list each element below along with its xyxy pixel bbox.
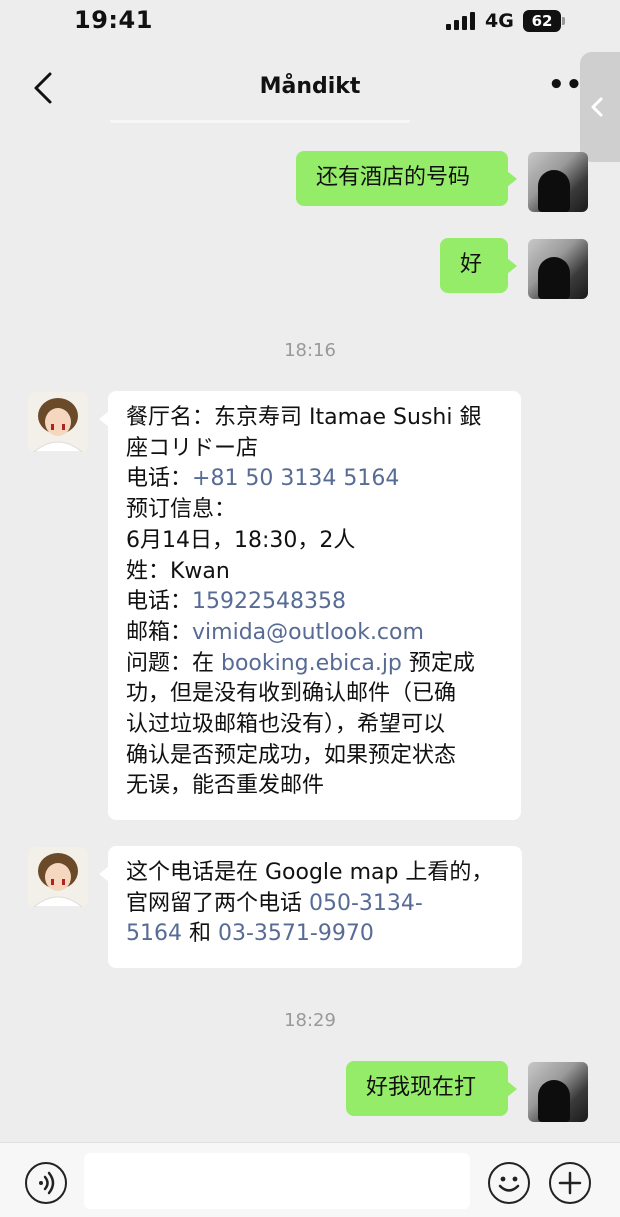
message-line: 邮箱：vimida@outlook.com (126, 618, 503, 649)
header-divider (110, 120, 410, 123)
message-line: 认过垃圾邮箱也没有），希望可以 (126, 712, 446, 738)
phone-link[interactable]: 5164 (126, 921, 182, 946)
message-text: 好我现在打 (366, 1075, 477, 1100)
phone-label: 电话： (126, 466, 193, 492)
message-line: 功，但是没有收到确认邮件（已确 (126, 681, 457, 707)
message-line: 5164 和 03-3571-9970 (126, 919, 504, 950)
plus-icon[interactable] (549, 1162, 591, 1204)
message-line: 官网留了两个电话 050-3134- (126, 889, 504, 920)
message-line: 预订信息： (126, 497, 237, 523)
contact-avatar[interactable] (28, 392, 88, 452)
message-line: 电话：+81 50 3134 5164 (126, 464, 503, 495)
contact-avatar[interactable] (28, 847, 88, 907)
url-link[interactable]: booking.ebica.jp (221, 651, 402, 676)
emoji-icon[interactable] (488, 1162, 530, 1204)
message-line: 座コリドー店 (126, 435, 259, 461)
status-time: 19:41 (74, 6, 153, 34)
self-avatar[interactable] (528, 1062, 588, 1122)
message-text: 好 (460, 252, 483, 277)
self-avatar[interactable] (528, 239, 588, 299)
email-label: 邮箱： (126, 619, 193, 645)
message-text: 官网留了两个电话 (126, 890, 309, 916)
message-text: 预定成 (401, 650, 475, 676)
signal-icon (446, 12, 478, 30)
question-label: 问题：在 (126, 650, 221, 676)
message-line: 电话：15922548358 (126, 587, 503, 618)
message-line: 姓：Kwan (126, 558, 230, 584)
chat-title: Måndikt (259, 74, 361, 99)
message-input[interactable] (84, 1153, 470, 1209)
message-text: 和 (182, 921, 218, 947)
self-avatar[interactable] (528, 152, 588, 212)
network-type: 4G (485, 10, 514, 32)
input-bar (0, 1142, 620, 1217)
side-drawer-tab[interactable] (580, 52, 620, 162)
outgoing-message[interactable]: 好 (440, 238, 517, 293)
incoming-message[interactable]: 餐厅名：东京寿司 Itamae Sushi 銀 座コリドー店 电话：+81 50… (99, 391, 521, 820)
outgoing-message[interactable]: 好我现在打 (346, 1061, 517, 1116)
timestamp: 18:16 (284, 340, 336, 361)
battery-icon: 62 (523, 10, 561, 32)
chat-header: Måndikt ••• (0, 52, 620, 122)
message-line: 6月14日，18:30，2人 (126, 527, 356, 553)
phone-link[interactable]: 15922548358 (192, 589, 346, 614)
email-link[interactable]: vimida@outlook.com (192, 620, 424, 645)
battery-tip (562, 17, 565, 25)
message-line: 确认是否预定成功，如果预定状态 (126, 742, 457, 768)
voice-icon[interactable] (25, 1162, 67, 1204)
timestamp: 18:29 (284, 1010, 336, 1031)
message-text: 还有酒店的号码 (316, 165, 471, 190)
message-line: 无误，能否重发邮件 (126, 773, 325, 799)
message-line: 餐厅名：东京寿司 Itamae Sushi 銀 (126, 405, 482, 430)
phone-link[interactable]: +81 50 3134 5164 (192, 466, 399, 491)
phone-link[interactable]: 03-3571-9970 (218, 921, 374, 946)
status-bar: 19:41 4G 62 (0, 0, 620, 46)
incoming-message[interactable]: 这个电话是在 Google map 上看的， 官网留了两个电话 050-3134… (99, 846, 522, 968)
outgoing-message[interactable]: 还有酒店的号码 (296, 151, 517, 206)
phone-link[interactable]: 050-3134- (309, 891, 423, 916)
phone-label: 电话： (126, 589, 193, 615)
message-line: 问题：在 booking.ebica.jp 预定成 (126, 649, 503, 680)
message-line: 这个电话是在 Google map 上看的， (126, 860, 494, 885)
